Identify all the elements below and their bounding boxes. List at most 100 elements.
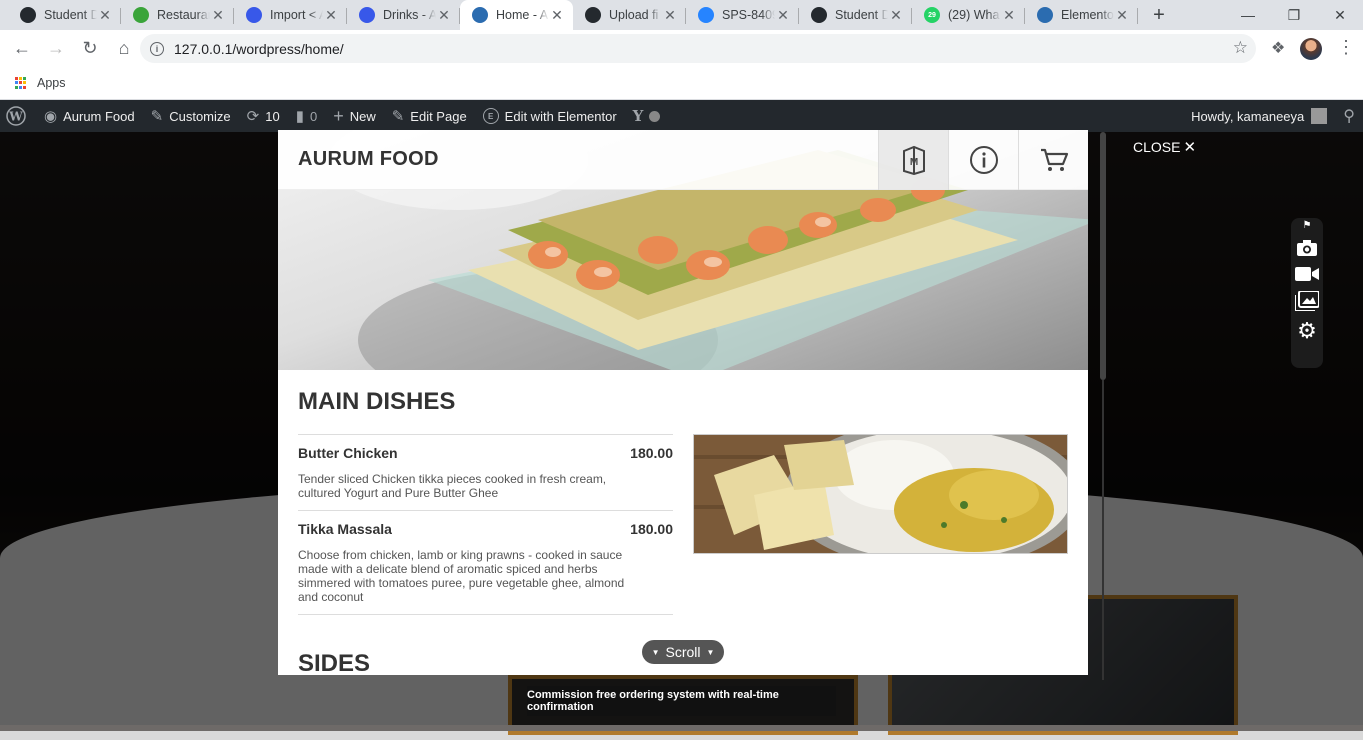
browser-tab[interactable]: Drinks - A ✕ xyxy=(347,0,460,30)
github-icon xyxy=(585,7,601,23)
browser-tab[interactable]: Upload fi ✕ xyxy=(573,0,686,30)
tab-close-icon[interactable]: ✕ xyxy=(549,7,565,24)
tab-title: Import < A xyxy=(270,8,323,22)
wp-updates[interactable]: ⟳ 10 xyxy=(239,100,288,132)
tab-title: SPS-8409 xyxy=(722,8,775,22)
apps-grid-icon[interactable] xyxy=(15,77,27,89)
tab-close-icon[interactable]: ✕ xyxy=(662,7,678,24)
info-button[interactable] xyxy=(948,130,1018,190)
wp-yoast[interactable]: Y xyxy=(625,100,669,132)
wp-comments[interactable]: ▮ 0 xyxy=(288,100,326,132)
tab-title: Drinks - A xyxy=(383,8,436,22)
browser-menu-icon[interactable]: ⋮ xyxy=(1337,37,1355,58)
tab-title: Elemento xyxy=(1061,8,1114,22)
tab-close-icon[interactable]: ✕ xyxy=(323,7,339,24)
bookmark-star-icon[interactable]: ☆ xyxy=(1233,38,1248,58)
extensions-puzzle-icon[interactable]: ❖ xyxy=(1271,38,1285,58)
tab-title: Home - A xyxy=(496,8,549,22)
wp-account[interactable]: Howdy, kamaneeya xyxy=(1183,100,1335,132)
restaurant-title: AURUM FOOD xyxy=(298,148,439,170)
github-icon xyxy=(811,7,827,23)
user-avatar xyxy=(1311,108,1328,124)
site-info-icon[interactable]: i xyxy=(150,41,164,56)
browser-tab[interactable]: 29 (29) Wha ✕ xyxy=(912,0,1025,30)
window-controls: — ❐ ✕ xyxy=(1225,0,1363,30)
scroll-button[interactable]: ▼ Scroll ▼ xyxy=(642,640,724,664)
cart-icon xyxy=(1040,148,1068,171)
home-button[interactable]: ⌂ xyxy=(108,33,140,65)
wp-edit-page[interactable]: ✎ Edit Page xyxy=(384,100,475,132)
wp-site-name[interactable]: ◉ Aurum Food xyxy=(36,100,143,132)
item-name: Tikka Massala xyxy=(298,521,392,537)
camera-icon[interactable] xyxy=(1296,239,1318,257)
leaf-icon xyxy=(133,7,149,23)
elementor-icon xyxy=(1037,7,1053,23)
close-window-button[interactable]: ✕ xyxy=(1317,0,1363,30)
item-description: Tender sliced Chicken tikka pieces cooke… xyxy=(298,472,607,500)
tagline-banner: Commission free ordering system with rea… xyxy=(527,686,836,716)
modal-scrollbar-track[interactable] xyxy=(1102,380,1104,680)
video-camera-icon[interactable] xyxy=(1295,266,1319,282)
tab-close-icon[interactable]: ✕ xyxy=(210,7,226,24)
browser-tab[interactable]: Student D ✕ xyxy=(8,0,121,30)
reload-button[interactable]: ↻ xyxy=(74,33,106,65)
browser-tab[interactable]: Import < A ✕ xyxy=(234,0,347,30)
yoast-icon: Y xyxy=(632,107,644,125)
pin-icon[interactable]: ⚑ xyxy=(1303,220,1312,231)
dish-image-curry xyxy=(693,434,1068,554)
item-price: 180.00 xyxy=(630,445,673,461)
item-description: Choose from chicken, lamb or king prawns… xyxy=(298,548,625,604)
tab-close-icon[interactable]: ✕ xyxy=(775,7,791,24)
menu-item[interactable]: Butter Chicken 180.00 Tender sliced Chick… xyxy=(298,434,673,510)
browser-tab[interactable]: Restaurant✕ xyxy=(121,0,234,30)
apps-bookmark[interactable]: Apps xyxy=(37,76,66,90)
caret-down-icon: ▼ xyxy=(706,647,715,657)
gallery-icon[interactable] xyxy=(1295,291,1319,311)
wp-admin-bar: W ◉ Aurum Food ✎ Customize ⟳ 10 ▮ 0 + New ✎ Ed… xyxy=(0,100,1363,132)
github-icon xyxy=(20,7,36,23)
wp-new[interactable]: + New xyxy=(325,100,384,132)
menu-book-icon: M xyxy=(902,145,925,175)
tab-title: Upload fi xyxy=(609,8,659,22)
menu-book-button[interactable]: M xyxy=(878,130,948,190)
new-tab-button[interactable]: + xyxy=(1144,0,1174,30)
minimize-button[interactable]: — xyxy=(1225,0,1271,30)
modal-header: AURUM FOOD M xyxy=(278,130,1088,190)
settings-gear-icon[interactable]: ⚙ xyxy=(1297,320,1317,342)
browser-tab[interactable]: Elemento ✕ xyxy=(1025,0,1138,30)
back-button[interactable]: ← xyxy=(6,33,38,65)
restore-button[interactable]: ❐ xyxy=(1271,0,1317,30)
address-bar[interactable]: i 127.0.0.1/wordpress/home/ ☆ xyxy=(140,34,1256,63)
wp-customize[interactable]: ✎ Customize xyxy=(143,100,239,132)
browser-tab[interactable]: Student D ✕ xyxy=(799,0,912,30)
section-title-sides: SIDES xyxy=(298,650,371,675)
modal-scrollbar-thumb[interactable] xyxy=(1100,132,1106,380)
plus-icon: + xyxy=(333,105,344,126)
tab-close-icon[interactable]: ✕ xyxy=(1001,7,1017,24)
close-modal-button[interactable]: CLOSE ✕ xyxy=(1133,138,1196,156)
tab-close-icon[interactable]: ✕ xyxy=(97,7,113,24)
yoast-status-dot-icon xyxy=(649,110,661,122)
profile-avatar[interactable] xyxy=(1300,38,1322,60)
tab-close-icon[interactable]: ✕ xyxy=(1114,7,1130,24)
cart-button[interactable] xyxy=(1018,130,1088,190)
menu-item-list: Butter Chicken 180.00 Tender sliced Chick… xyxy=(298,434,673,615)
menu-modal: AURUM FOOD M MAIN DISHES Butter Chicken 1… xyxy=(278,130,1088,675)
menu-item[interactable]: Tikka Massala 180.00 Choose from chicken,… xyxy=(298,510,673,615)
wp-edit-elementor[interactable]: E Edit with Elementor xyxy=(475,100,625,132)
dashboard-icon: ◉ xyxy=(44,108,58,125)
wp-search[interactable]: ⚲ xyxy=(1335,100,1363,132)
url-text[interactable]: 127.0.0.1/wordpress/home/ xyxy=(174,41,344,57)
forward-button[interactable]: → xyxy=(40,33,72,65)
browser-tab[interactable]: Home - A ✕ xyxy=(460,0,573,30)
browser-tab[interactable]: SPS-8409 ✕ xyxy=(686,0,799,30)
tab-close-icon[interactable]: ✕ xyxy=(888,7,904,24)
wp-logo-menu[interactable]: W xyxy=(0,100,36,132)
browser-tab-strip: Student D✕Restaurant✕Import < A✕Drinks -… xyxy=(0,0,1363,30)
svg-text:W: W xyxy=(8,110,23,124)
tab-close-icon[interactable]: ✕ xyxy=(436,7,452,24)
caret-down-icon: ▼ xyxy=(651,647,660,657)
section-title-main-dishes: MAIN DISHES xyxy=(298,388,456,415)
pencil-icon: ✎ xyxy=(391,108,405,125)
brush-icon: ✎ xyxy=(150,108,164,125)
